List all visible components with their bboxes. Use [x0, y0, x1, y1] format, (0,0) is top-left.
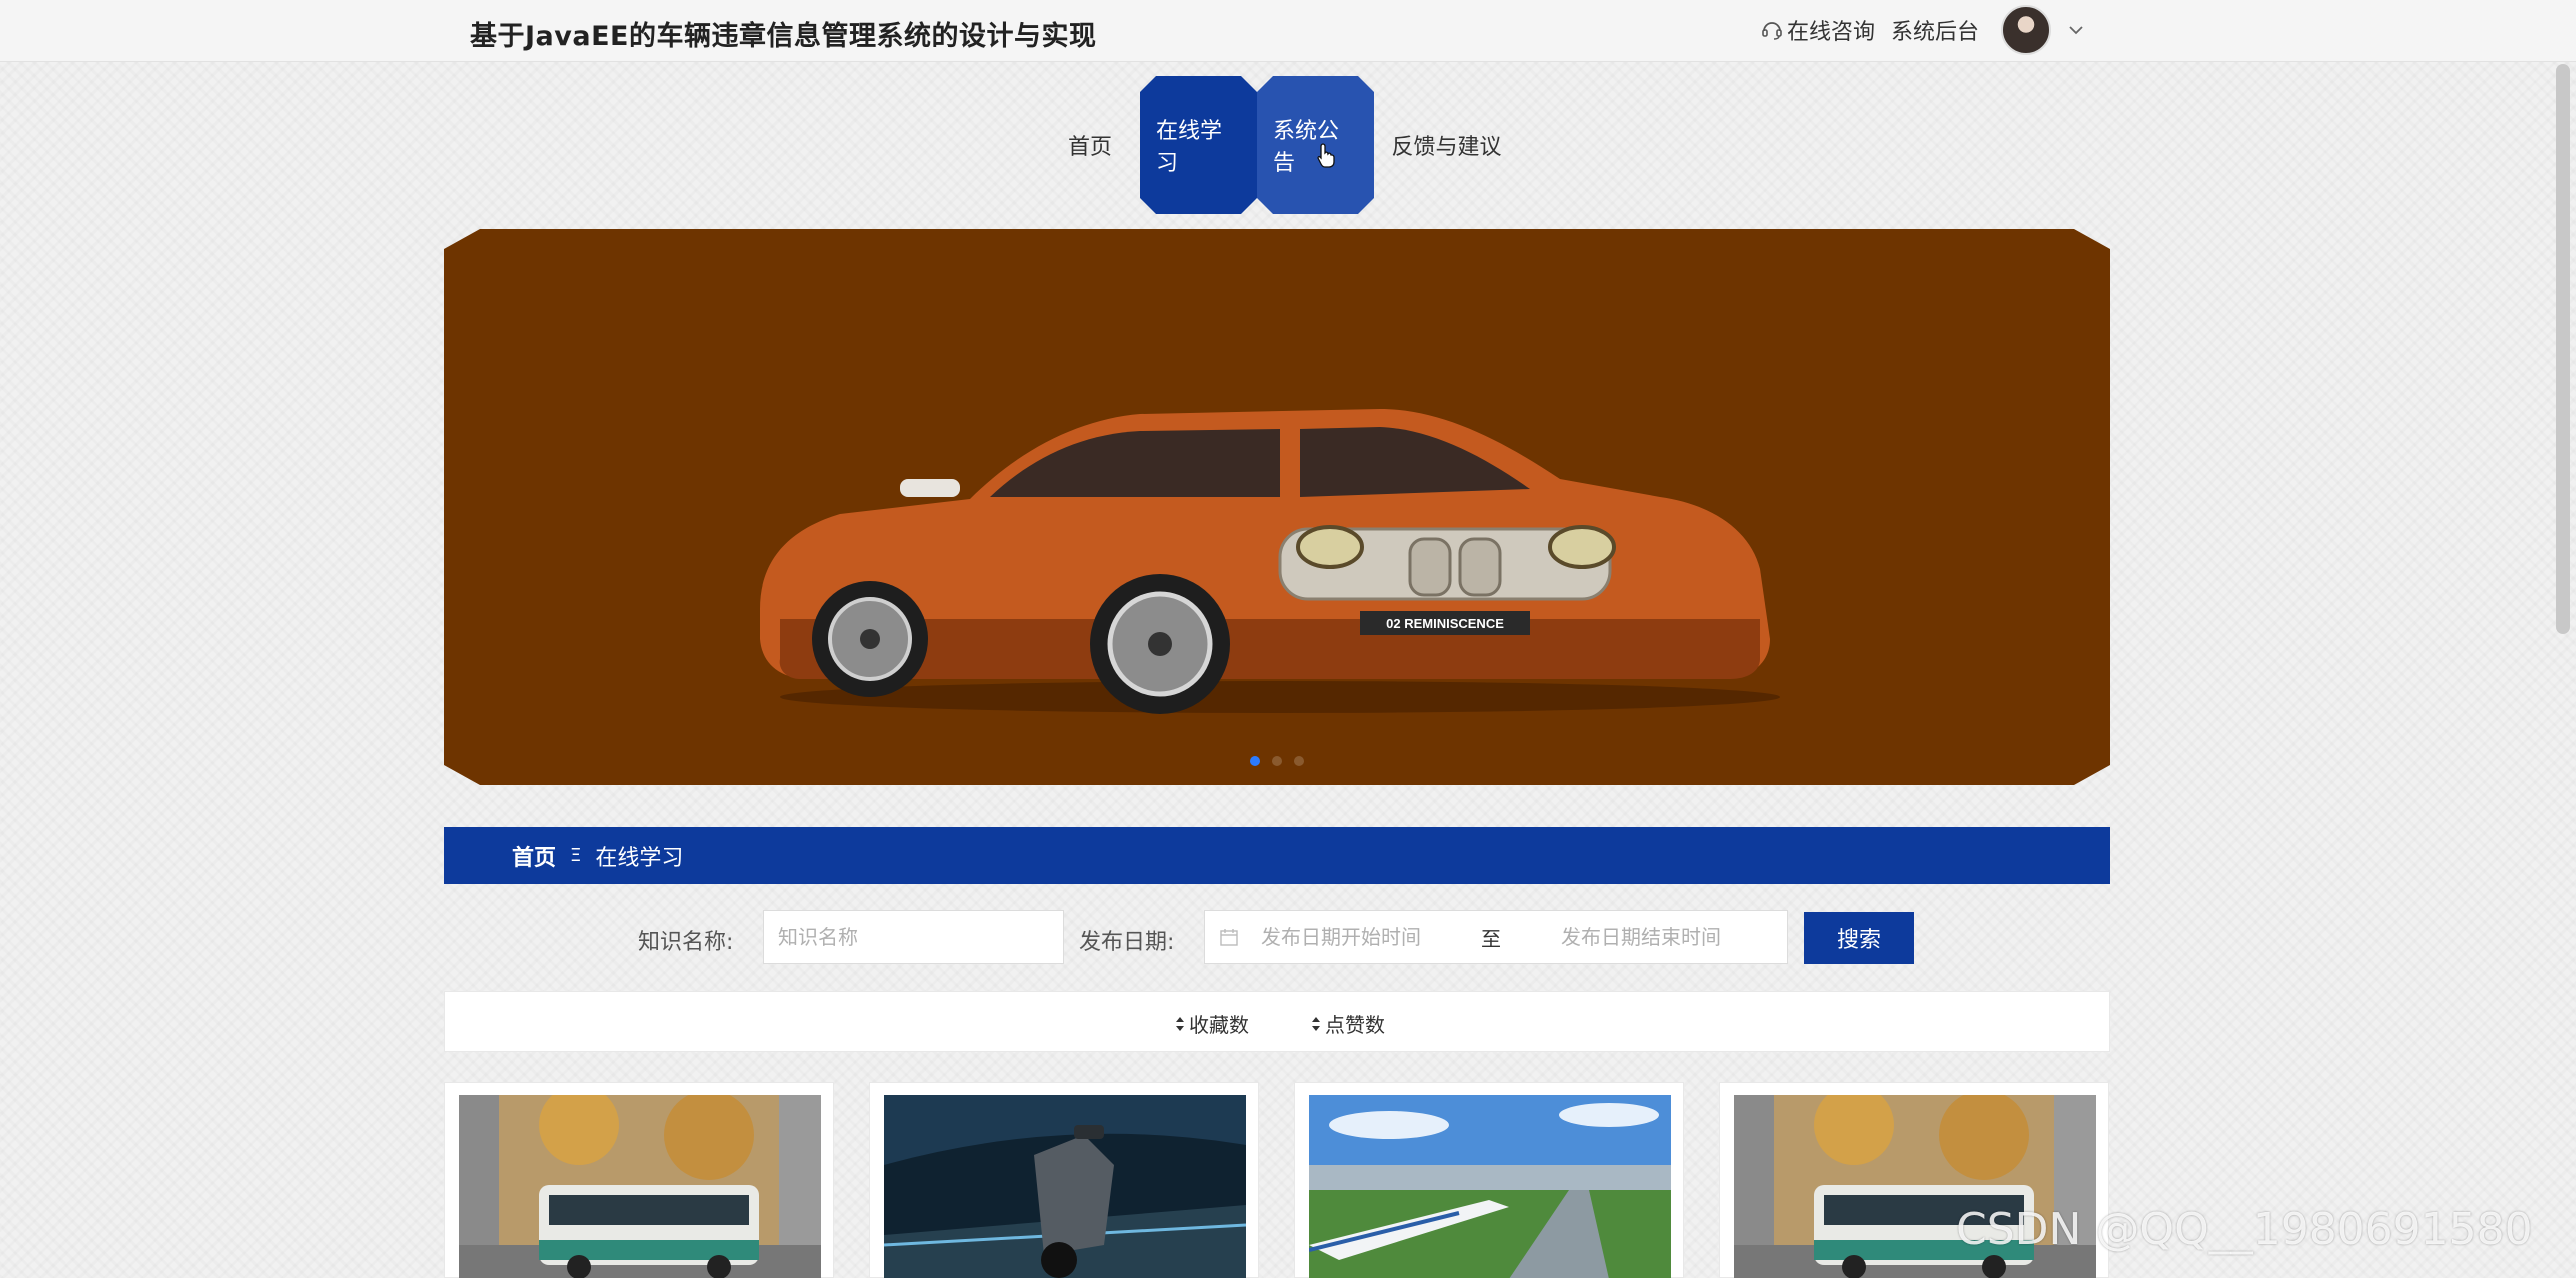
- train-thumbnail-image: [1309, 1095, 1671, 1278]
- carousel-dot-2[interactable]: [1272, 756, 1282, 766]
- breadcrumb-separator-icon: Ξ: [570, 845, 582, 866]
- sort-bar: 收藏数 点赞数: [444, 991, 2110, 1052]
- knowledge-name-label: 知识名称:: [638, 930, 734, 955]
- headset-icon: [1762, 22, 1782, 40]
- knowledge-card[interactable]: [869, 1082, 1259, 1278]
- avatar[interactable]: [2001, 5, 2052, 55]
- sort-favorites-label: 收藏数: [1189, 1013, 1249, 1037]
- online-consult-link[interactable]: 在线咨询: [1760, 14, 1875, 46]
- hero-carousel[interactable]: 02 REMINISCENCE: [444, 229, 2110, 785]
- knowledge-card[interactable]: [444, 1082, 834, 1278]
- online-consult-label: 在线咨询: [1787, 20, 1876, 45]
- mouse-cursor-icon: [1317, 143, 1335, 168]
- car-banner-image: 02 REMINISCENCE: [720, 379, 1820, 719]
- scooter-thumbnail-image: [884, 1095, 1246, 1278]
- main-nav: 首页 在线学习 系统公告 反馈与建议: [1040, 76, 1519, 214]
- admin-link[interactable]: 系统后台: [1891, 14, 1979, 46]
- sort-icon: [1312, 1016, 1320, 1031]
- sort-by-favorites[interactable]: 收藏数: [1175, 1009, 1249, 1038]
- knowledge-name-input[interactable]: [778, 925, 1063, 949]
- publish-date-label: 发布日期:: [1079, 930, 1175, 955]
- carousel-indicators: [1250, 756, 1304, 766]
- license-plate-text: 02 REMINISCENCE: [1386, 616, 1504, 631]
- csdn-watermark: CSDN @QQ__1980691580: [1956, 1204, 2533, 1255]
- carousel-dot-1[interactable]: [1250, 756, 1260, 766]
- nav-feedback[interactable]: 反馈与建议: [1374, 76, 1519, 214]
- date-end-input[interactable]: [1561, 925, 1771, 949]
- top-bar: 基于JavaEE的车辆违章信息管理系统的设计与实现 在线咨询 系统后台: [0, 0, 2576, 62]
- search-form: 知识名称: 发布日期: 至 搜索: [0, 910, 2576, 966]
- sort-by-likes[interactable]: 点赞数: [1311, 1009, 1385, 1038]
- sort-likes-label: 点赞数: [1325, 1013, 1385, 1037]
- bus-thumbnail-image: [459, 1095, 821, 1278]
- knowledge-name-field: [763, 910, 1064, 964]
- calendar-icon: [1220, 929, 1238, 946]
- breadcrumb: 首页 Ξ 在线学习: [444, 827, 2110, 884]
- site-title: 基于JavaEE的车辆违章信息管理系统的设计与实现: [470, 21, 1097, 52]
- publish-date-range[interactable]: 至: [1204, 910, 1788, 964]
- chevron-down-icon[interactable]: [2067, 21, 2085, 39]
- top-right-menu: 在线咨询 系统后台: [1760, 0, 2085, 60]
- search-button[interactable]: 搜索: [1804, 912, 1914, 964]
- breadcrumb-current: 在线学习: [595, 845, 684, 871]
- knowledge-card[interactable]: [1294, 1082, 1684, 1278]
- date-range-to: 至: [1481, 926, 1501, 951]
- sort-icon: [1176, 1016, 1184, 1031]
- knowledge-card-grid: [444, 1082, 2110, 1278]
- breadcrumb-home[interactable]: 首页: [512, 840, 556, 872]
- page-scrollbar[interactable]: [2556, 64, 2570, 634]
- nav-home[interactable]: 首页: [1040, 76, 1140, 214]
- nav-online-learning[interactable]: 在线学习: [1140, 76, 1257, 214]
- date-start-input[interactable]: [1261, 925, 1461, 949]
- carousel-dot-3[interactable]: [1294, 756, 1304, 766]
